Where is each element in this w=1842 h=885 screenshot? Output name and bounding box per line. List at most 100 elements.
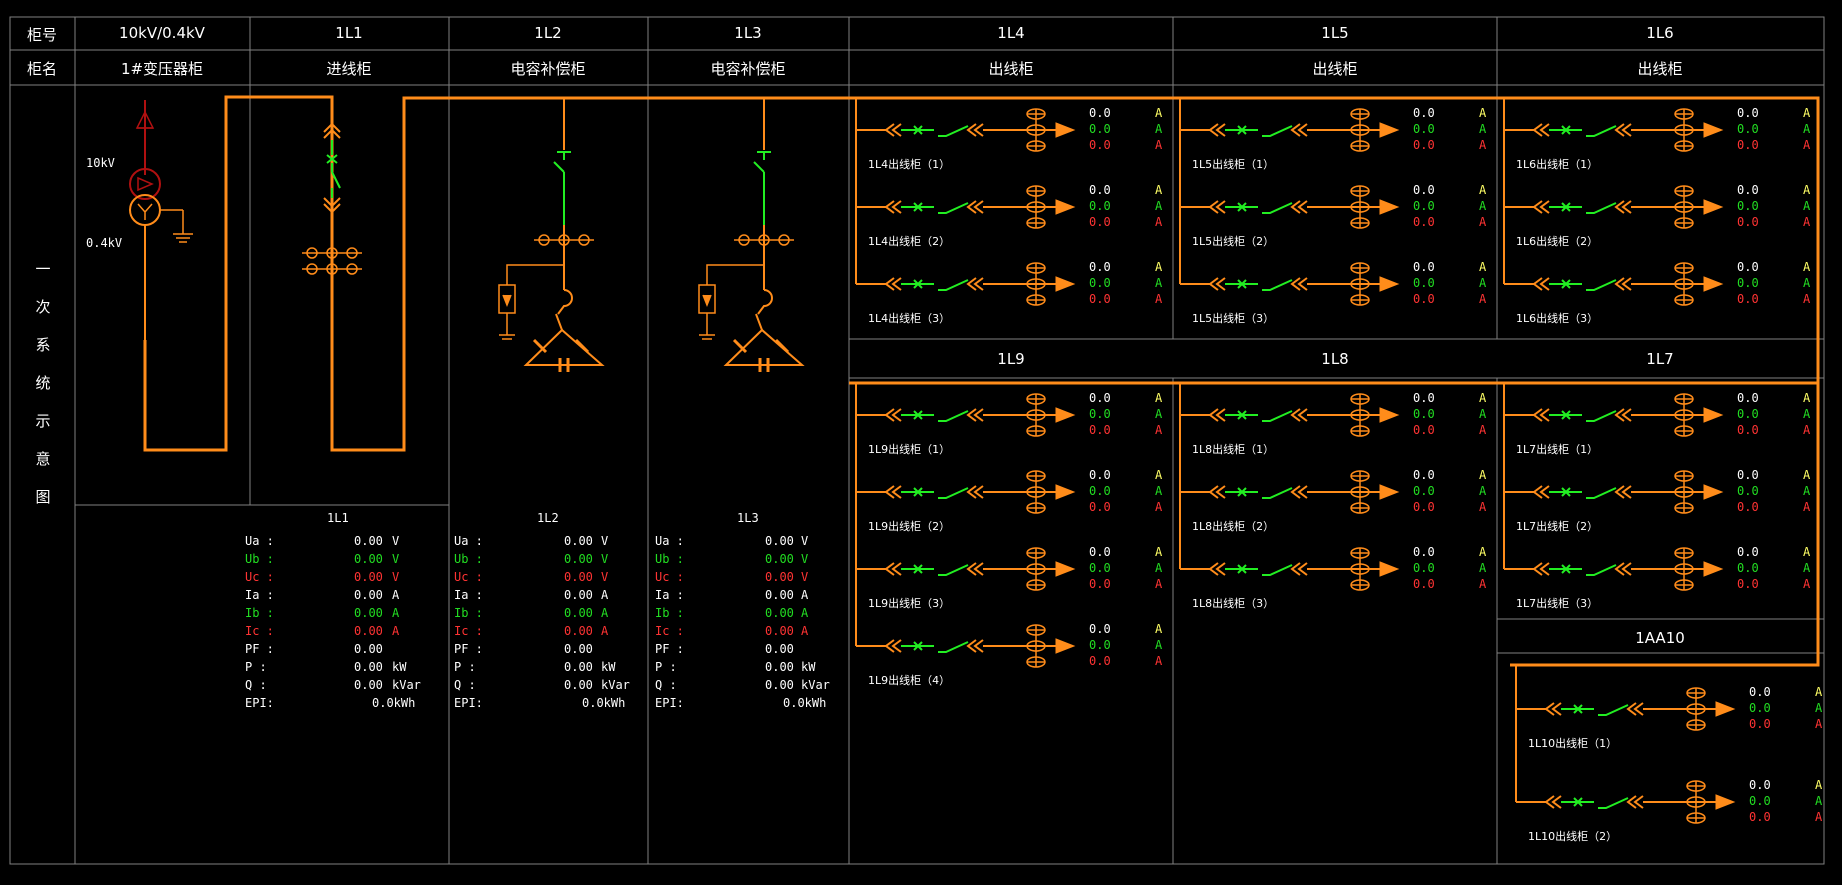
meter-label: EPI: bbox=[655, 696, 684, 710]
meter-value: 0.00 bbox=[765, 678, 794, 692]
meter-label: Ub : bbox=[245, 552, 274, 566]
meter-value: 0.00 bbox=[354, 678, 383, 692]
meter-label: Ua : bbox=[454, 534, 483, 548]
meter-unit: V bbox=[601, 552, 609, 566]
cabinet-name: 电容补偿柜 bbox=[510, 60, 586, 78]
feeder-value: 0.0 bbox=[1413, 138, 1435, 152]
meter-unit: kVar bbox=[601, 678, 630, 692]
feeder-unit: A bbox=[1803, 215, 1811, 229]
cabinet-name: 1#变压器柜 bbox=[120, 60, 204, 78]
feeder-unit: A bbox=[1803, 292, 1811, 306]
feeder-unit: A bbox=[1803, 545, 1811, 559]
side-label-char: 图 bbox=[35, 488, 51, 506]
transformer-lv-label: 0.4kV bbox=[86, 236, 123, 250]
meter-unit: A bbox=[801, 606, 809, 620]
cabinet-name: 进线柜 bbox=[326, 60, 372, 78]
feeder-value: 0.0 bbox=[1737, 260, 1759, 274]
meter-unit: kW bbox=[392, 660, 407, 674]
feeder-value: 0.0 bbox=[1749, 685, 1771, 699]
feeder-unit: A bbox=[1479, 138, 1487, 152]
meter-unit: V bbox=[801, 552, 809, 566]
meter-label: P : bbox=[245, 660, 267, 674]
panel-title: 1L9 bbox=[997, 350, 1025, 368]
transformer-symbol bbox=[129, 100, 193, 340]
feeder-value: 0.0 bbox=[1737, 106, 1759, 120]
capacitor-bank-symbol bbox=[698, 98, 805, 372]
feeder-value: 0.0 bbox=[1089, 391, 1111, 405]
meter-unit: V bbox=[801, 534, 809, 548]
feeder-unit: A bbox=[1803, 423, 1811, 437]
feeder-label: 1L4出线柜（2） bbox=[868, 235, 951, 248]
feeder-value: 0.0 bbox=[1737, 577, 1759, 591]
cabinet-no: 1L1 bbox=[335, 24, 363, 42]
feeder-unit: A bbox=[1479, 484, 1487, 498]
feeder-unit: A bbox=[1803, 122, 1811, 136]
feeder-unit: A bbox=[1803, 106, 1811, 120]
feeder-unit: A bbox=[1803, 199, 1811, 213]
feeder-value: 0.0 bbox=[1413, 407, 1435, 421]
feeder-value: 0.0 bbox=[1737, 500, 1759, 514]
feeder-unit: A bbox=[1155, 638, 1163, 652]
meter-unit: A bbox=[601, 624, 609, 638]
feeder-value: 0.0 bbox=[1413, 215, 1435, 229]
meter-label: Ia : bbox=[454, 588, 483, 602]
meter-label: Uc : bbox=[245, 570, 274, 584]
feeder-value: 0.0 bbox=[1413, 183, 1435, 197]
meter-label: Ia : bbox=[655, 588, 684, 602]
feeder-unit: A bbox=[1479, 423, 1487, 437]
meter-label: Ib : bbox=[245, 606, 274, 620]
feeder-value: 0.0 bbox=[1413, 500, 1435, 514]
feeder-value: 0.0 bbox=[1413, 292, 1435, 306]
meter-value: 0.00 bbox=[354, 606, 383, 620]
feeder-value: 0.0 bbox=[1749, 701, 1771, 715]
feeder-value: 0.0 bbox=[1737, 484, 1759, 498]
feeder-value: 0.0 bbox=[1089, 260, 1111, 274]
meter-label: EPI: bbox=[245, 696, 274, 710]
feeder-unit: A bbox=[1479, 500, 1487, 514]
meter-unit: A bbox=[601, 606, 609, 620]
meter-value: 0.0kWh bbox=[582, 696, 626, 710]
meter-value: 0.00 bbox=[354, 570, 383, 584]
meter-value: 0.00 bbox=[564, 606, 593, 620]
feeder-value: 0.0 bbox=[1737, 545, 1759, 559]
feeder-unit: A bbox=[1479, 260, 1487, 274]
feeder-label: 1L7出线柜（3） bbox=[1516, 597, 1599, 610]
meter-value: 0.00 bbox=[765, 570, 794, 584]
meter-label: Ub : bbox=[454, 552, 483, 566]
cabinet-no: 10kV/0.4kV bbox=[119, 24, 205, 42]
feeder-unit: A bbox=[1815, 717, 1823, 731]
feeder-unit: A bbox=[1479, 577, 1487, 591]
feeder-unit: A bbox=[1803, 577, 1811, 591]
feeder-value: 0.0 bbox=[1413, 484, 1435, 498]
meter-label: PF : bbox=[655, 642, 684, 656]
meter-value: 0.00 bbox=[354, 588, 383, 602]
meter-label: P : bbox=[454, 660, 476, 674]
cabinet-name: 出线柜 bbox=[1637, 60, 1683, 78]
feeder-value: 0.0 bbox=[1089, 654, 1111, 668]
meter-value: 0.00 bbox=[564, 660, 593, 674]
meter-value: 0.00 bbox=[765, 534, 794, 548]
feeder-value: 0.0 bbox=[1089, 106, 1111, 120]
feeder-value: 0.0 bbox=[1737, 561, 1759, 575]
meter-unit: V bbox=[392, 534, 400, 548]
capacitor-bank-symbol bbox=[498, 98, 605, 372]
feeder-value: 0.0 bbox=[1089, 577, 1111, 591]
feeder-value: 0.0 bbox=[1089, 500, 1111, 514]
feeder-value: 0.0 bbox=[1413, 423, 1435, 437]
meter-unit: kW bbox=[601, 660, 616, 674]
cabinet-no: 1L4 bbox=[997, 24, 1025, 42]
feeder-unit: A bbox=[1155, 292, 1163, 306]
meter-value: 0.0kWh bbox=[783, 696, 827, 710]
feeder-unit: A bbox=[1155, 622, 1163, 636]
feeder-value: 0.0 bbox=[1737, 199, 1759, 213]
feeder-unit: A bbox=[1803, 276, 1811, 290]
transformer-hv-label: 10kV bbox=[86, 156, 115, 170]
row-label-number: 柜号 bbox=[26, 26, 58, 44]
feeder-unit: A bbox=[1155, 122, 1163, 136]
feeder-unit: A bbox=[1803, 138, 1811, 152]
meter-label: Q : bbox=[245, 678, 267, 692]
cabinet-name: 出线柜 bbox=[988, 60, 1034, 78]
feeder-value: 0.0 bbox=[1413, 122, 1435, 136]
meter-value: 0.00 bbox=[564, 570, 593, 584]
feeder-label: 1L9出线柜（2） bbox=[868, 520, 951, 533]
